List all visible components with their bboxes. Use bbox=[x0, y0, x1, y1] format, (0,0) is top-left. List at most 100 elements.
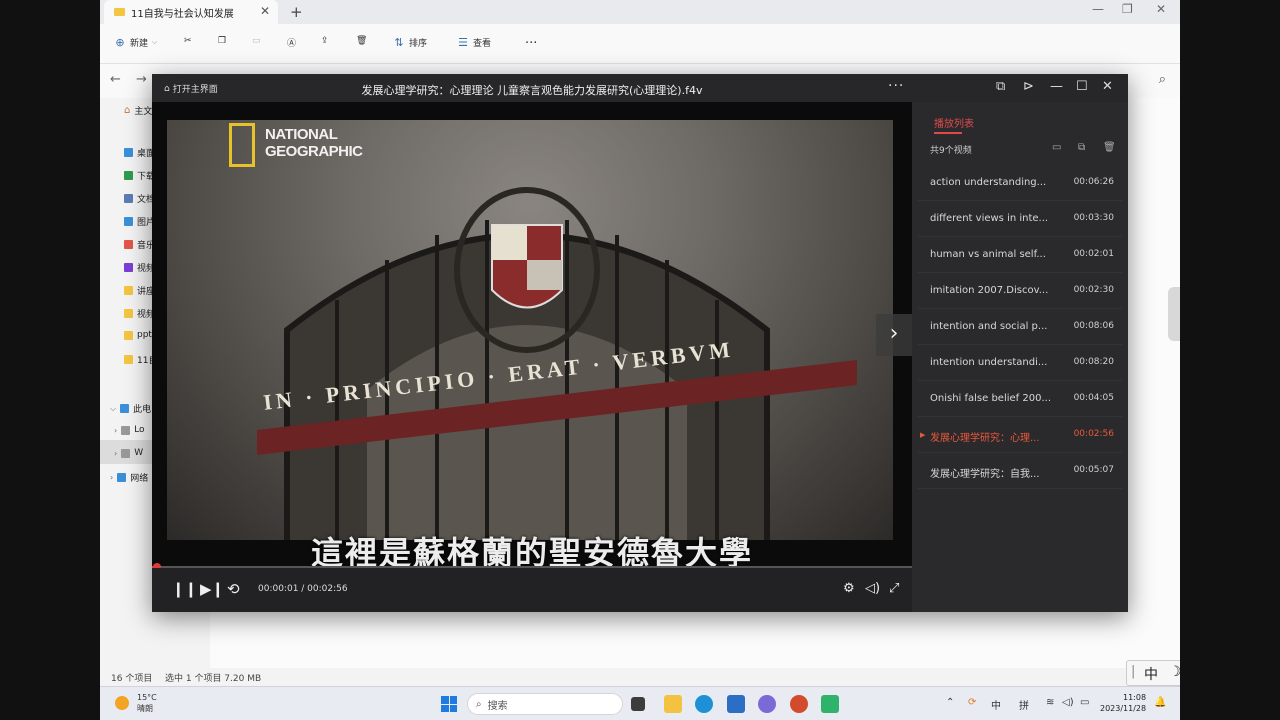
explorer-status-bar: 16 个项目 选中 1 个项目 7.20 MB bbox=[100, 668, 1180, 686]
start-button[interactable] bbox=[441, 696, 457, 712]
maximize-icon[interactable]: ☐ bbox=[1076, 79, 1088, 94]
volume-icon[interactable]: ◁) bbox=[1062, 697, 1074, 708]
paste-icon[interactable]: ▭ bbox=[252, 36, 261, 46]
delete-icon[interactable]: 🗑 bbox=[356, 36, 367, 46]
pin-icon[interactable]: ⊳ bbox=[1023, 79, 1034, 94]
copy-icon[interactable]: ❐ bbox=[218, 36, 226, 46]
ime-drag-handle[interactable]: | bbox=[1131, 664, 1135, 679]
sidebar-item-home[interactable]: ⌂ 主文 bbox=[124, 104, 152, 117]
view-icon: ☰ bbox=[458, 35, 468, 49]
video-player-window: ⌂ 打开主界面 发展心理学研究：心理理论 儿童察言观色能力发展研究(心理理论).… bbox=[152, 74, 1128, 612]
search-icon: ⌕ bbox=[476, 698, 482, 710]
video-area[interactable]: NATIONAL GEOGRAPHIC IN · PRINCIPIO · ERA… bbox=[152, 102, 912, 566]
close-icon[interactable]: ✕ bbox=[1156, 2, 1166, 16]
minimize-icon[interactable]: — bbox=[1050, 79, 1063, 94]
playlist-item[interactable]: Onishi false belief 200... 00:04:05 bbox=[918, 382, 1122, 417]
tray-pinyin[interactable]: 拼 bbox=[1019, 697, 1029, 712]
video-frame: NATIONAL GEOGRAPHIC IN · PRINCIPIO · ERA… bbox=[167, 120, 893, 540]
fullscreen-icon[interactable]: ⤢ bbox=[889, 581, 899, 596]
playlist-item[interactable]: different views in inte... 00:03:30 bbox=[918, 202, 1122, 237]
weather-widget[interactable]: 15°C 晴朗 bbox=[137, 692, 157, 714]
sidebar-item-this-pc[interactable]: ⌵ 此电 bbox=[110, 402, 151, 416]
playlist-item[interactable]: human vs animal self... 00:02:01 bbox=[918, 238, 1122, 273]
playlist-item[interactable]: 发展心理学研究：自我... 00:05:07 bbox=[918, 454, 1122, 489]
view-button[interactable]: ☰ 查看 bbox=[457, 36, 491, 49]
playlist-item[interactable]: ▶ 发展心理学研究：心理... 00:02:56 bbox=[918, 418, 1122, 453]
ime-moon-icon[interactable]: ☽ bbox=[1169, 664, 1180, 680]
playlist-item[interactable]: intention understandi... 00:08:20 bbox=[918, 346, 1122, 381]
more-options-icon[interactable]: ... bbox=[525, 32, 537, 47]
tray-chevron-icon[interactable]: ⌃ bbox=[946, 697, 954, 708]
powerpoint-icon[interactable] bbox=[790, 695, 808, 713]
playlist-item-name: action understanding... bbox=[930, 177, 1047, 188]
playlist-item-duration: 00:02:01 bbox=[1073, 249, 1114, 259]
video-player-icon[interactable] bbox=[821, 695, 839, 713]
volume-icon[interactable]: ◁) bbox=[865, 581, 880, 596]
playlist-item-name: 发展心理学研究：自我... bbox=[930, 469, 1040, 480]
pause-icon[interactable]: ❙❙ bbox=[172, 580, 197, 598]
computer-icon bbox=[120, 404, 130, 413]
cut-icon[interactable]: ✂ bbox=[184, 36, 192, 46]
folder-icon bbox=[124, 148, 133, 157]
sidebar-item[interactable]: 讲座 bbox=[124, 284, 155, 297]
more-icon[interactable]: ··· bbox=[888, 78, 904, 94]
new-button[interactable]: ⊕ 新建 ⌵ bbox=[114, 36, 157, 49]
tray-language[interactable]: 中 bbox=[991, 697, 1001, 712]
chevron-right-icon: › bbox=[114, 425, 118, 435]
rename-icon[interactable]: Ⓐ bbox=[287, 36, 296, 49]
taskbar: 15°C 晴朗 ⌕ 搜索 ⌃ ⟳ 中 拼 ≋ ◁) ▭ 11:08 2023/1… bbox=[100, 686, 1180, 720]
home-icon: ⌂ bbox=[124, 105, 131, 116]
notification-icon[interactable]: 🔔 bbox=[1154, 697, 1166, 708]
task-view-icon[interactable] bbox=[631, 697, 645, 711]
share-icon[interactable]: ⇪ bbox=[321, 36, 329, 46]
sidebar-item-drive-lo[interactable]: › Lo bbox=[114, 425, 145, 435]
minimize-icon[interactable]: — bbox=[1092, 2, 1104, 16]
sidebar-item[interactable]: ppt bbox=[124, 330, 152, 340]
sidebar-item[interactable]: 下载 bbox=[124, 169, 155, 182]
open-folder-icon[interactable]: ▭ bbox=[1052, 142, 1061, 153]
taskbar-search[interactable]: ⌕ 搜索 bbox=[467, 693, 623, 715]
weather-sun-icon[interactable] bbox=[115, 696, 129, 710]
add-file-icon[interactable]: ⧉ bbox=[1078, 142, 1085, 153]
scrollbar-handle[interactable] bbox=[1168, 287, 1180, 341]
new-tab-icon[interactable]: + bbox=[290, 3, 303, 21]
app-icon[interactable] bbox=[758, 695, 776, 713]
wifi-icon[interactable]: ≋ bbox=[1046, 697, 1054, 708]
sidebar-item-network[interactable]: › 网络 bbox=[110, 471, 148, 484]
ime-mode-button[interactable]: 中 bbox=[1144, 664, 1158, 684]
close-icon[interactable]: ✕ bbox=[1102, 79, 1113, 94]
taskbar-clock[interactable]: 11:08 2023/11/28 bbox=[1100, 692, 1146, 714]
next-track-icon[interactable]: ▶❙ bbox=[200, 580, 224, 598]
battery-icon[interactable]: ▭ bbox=[1080, 697, 1089, 708]
sidebar-item[interactable]: 视频 bbox=[124, 307, 155, 320]
sidebar-item[interactable]: 图片 bbox=[124, 215, 155, 228]
trash-icon[interactable]: 🗑 bbox=[1103, 142, 1116, 153]
edge-icon[interactable] bbox=[695, 695, 713, 713]
sidebar-item-drive-w[interactable]: › W bbox=[114, 448, 143, 458]
sidebar-item[interactable]: 文档 bbox=[124, 192, 155, 205]
loop-icon[interactable]: ⟲ bbox=[227, 580, 240, 598]
sidebar-item[interactable]: 桌面 bbox=[124, 146, 155, 159]
explorer-tab[interactable]: 11自我与社会认知发展 ✕ bbox=[104, 0, 278, 24]
playlist-tab[interactable]: 播放列表 bbox=[934, 115, 974, 130]
settings-icon[interactable]: ⚙ bbox=[843, 581, 855, 596]
playlist-item[interactable]: action understanding... 00:06:26 bbox=[918, 166, 1122, 201]
file-explorer-icon[interactable] bbox=[664, 695, 682, 713]
next-arrow-icon[interactable]: › bbox=[876, 314, 912, 356]
restore-icon[interactable]: ❐ bbox=[1122, 2, 1133, 16]
sidebar-item[interactable]: 视频 bbox=[124, 261, 155, 274]
store-icon[interactable] bbox=[727, 695, 745, 713]
drive-icon bbox=[121, 448, 131, 458]
back-arrow-icon[interactable]: ← bbox=[110, 72, 121, 87]
taskbar-search-placeholder: 搜索 bbox=[487, 700, 508, 712]
folder-icon bbox=[124, 330, 133, 340]
tray-app-icon[interactable]: ⟳ bbox=[968, 697, 976, 708]
playlist-item[interactable]: imitation 2007.Discov... 00:02:30 bbox=[918, 274, 1122, 309]
search-icon[interactable]: ⌕ bbox=[1159, 72, 1166, 87]
mini-mode-icon[interactable]: ⧉ bbox=[996, 79, 1005, 94]
sort-button[interactable]: ⇅ 排序 bbox=[393, 36, 427, 49]
forward-arrow-icon[interactable]: → bbox=[136, 72, 147, 87]
tab-close-icon[interactable]: ✕ bbox=[260, 4, 270, 18]
playlist-item[interactable]: intention and social p... 00:08:06 bbox=[918, 310, 1122, 345]
sidebar-item[interactable]: 音乐 bbox=[124, 238, 155, 251]
